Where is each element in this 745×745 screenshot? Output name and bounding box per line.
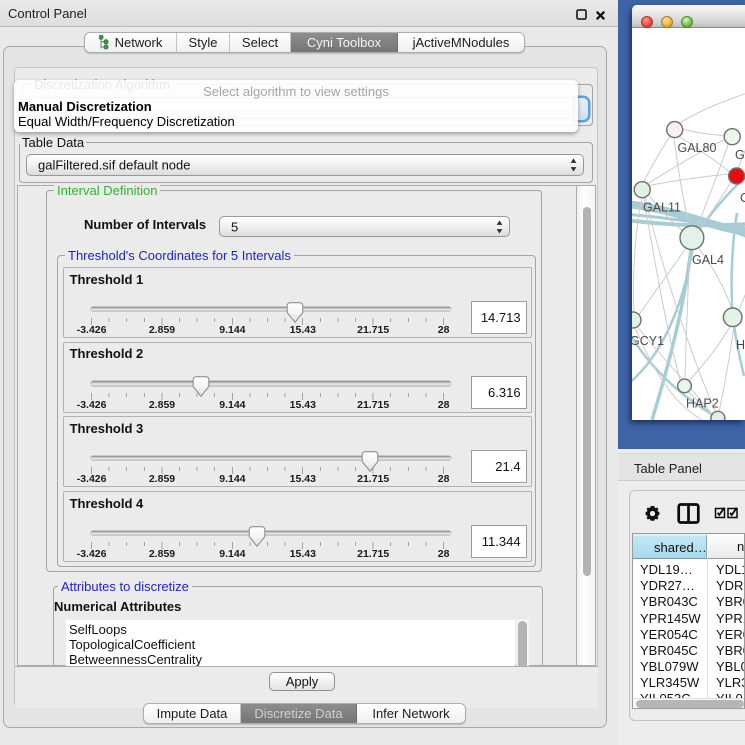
svg-text:GAL4: GAL4 (692, 253, 724, 267)
svg-text:HA: HA (736, 338, 745, 352)
svg-text:GCY1: GCY1 (632, 334, 664, 348)
svg-text:GAL11: GAL11 (643, 201, 681, 215)
svg-text:CY: CY (740, 191, 745, 205)
svg-text:GAL80: GAL80 (678, 141, 717, 155)
svg-text:GA: GA (735, 148, 745, 162)
svg-text:HAP2: HAP2 (686, 397, 719, 411)
